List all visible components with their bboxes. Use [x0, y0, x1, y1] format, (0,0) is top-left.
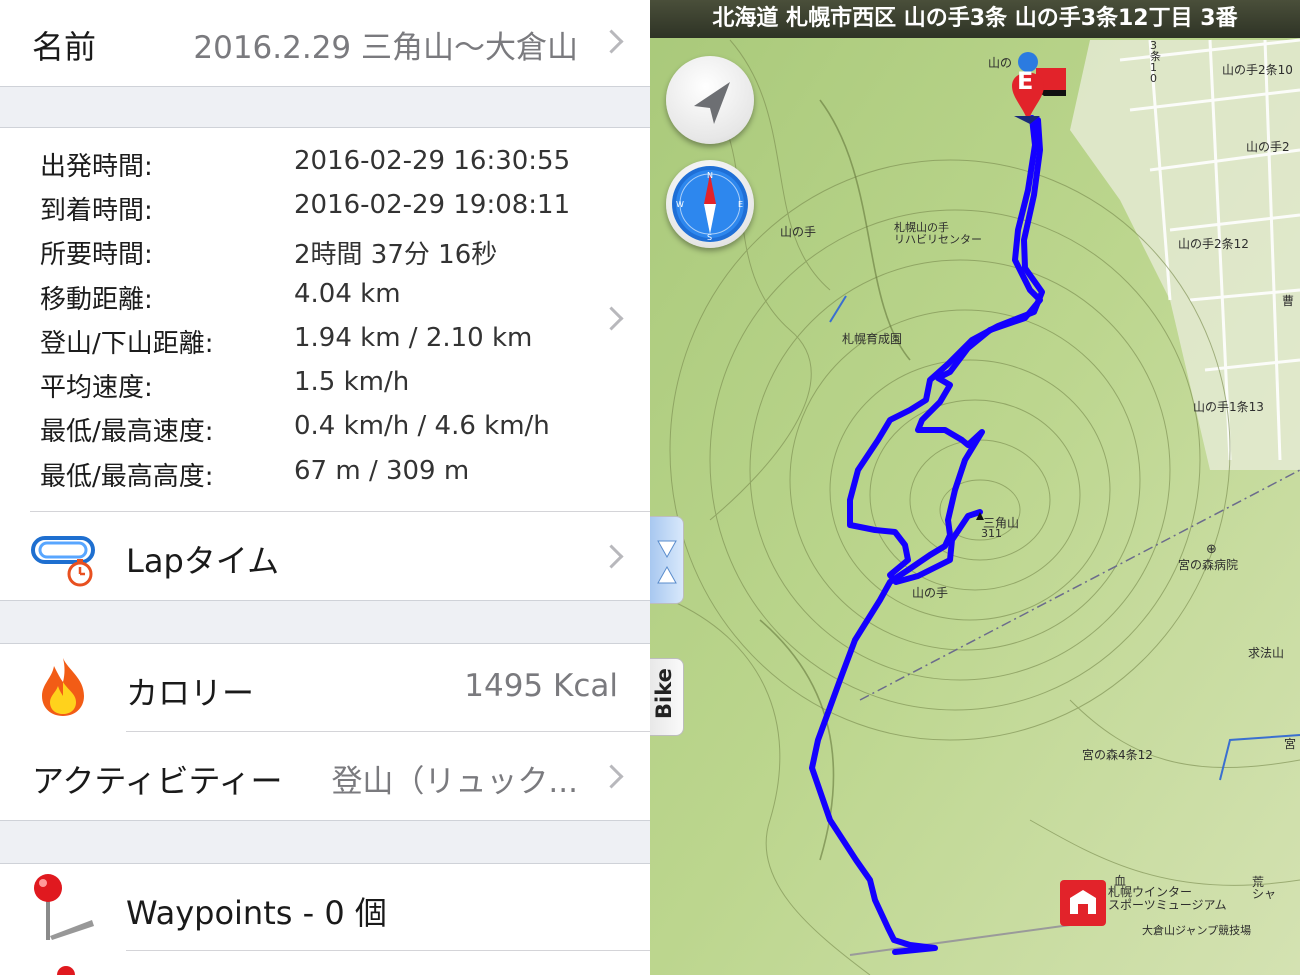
- museum-icon[interactable]: [1060, 880, 1106, 926]
- svg-text:E: E: [738, 200, 743, 209]
- stats-row[interactable]: 出発時間: 2016-02-29 16:30:55 到着時間: 2016-02-…: [0, 128, 650, 512]
- stat-label-duration: 所要時間:: [40, 240, 153, 270]
- map-label: 札幌ウインター スポーツミュージアム: [1108, 885, 1227, 912]
- map-label: 山の手2条10: [1222, 63, 1293, 77]
- divider: [126, 950, 650, 951]
- lap-time-label: Lapタイム: [126, 542, 280, 580]
- chevron-right-icon: [599, 764, 624, 789]
- stat-label-min-max-altitude: 最低/最高高度:: [40, 462, 214, 492]
- stat-label-distance: 移動距離:: [40, 285, 153, 315]
- map-label: 宮の森病院: [1178, 558, 1239, 572]
- chevron-right-icon: [599, 29, 624, 54]
- stat-label-up-down-distance: 登山/下山距離:: [40, 329, 214, 359]
- activity-label: アクティビティー: [32, 762, 283, 800]
- stat-value-min-max-altitude: 67 m / 309 m: [294, 456, 470, 486]
- chevron-right-icon: [599, 544, 624, 569]
- stat-value-distance: 4.04 km: [294, 279, 401, 309]
- stat-label-departure: 出発時間:: [40, 152, 153, 182]
- map-label: 山の手1条13: [1193, 400, 1264, 414]
- svg-text:W: W: [676, 200, 684, 209]
- map-label: 宮: [1284, 737, 1297, 751]
- hospital-icon: ⊕: [1206, 542, 1217, 557]
- section-separator: [0, 600, 650, 644]
- stat-value-departure: 2016-02-29 16:30:55: [294, 146, 571, 176]
- svg-text:S: S: [707, 233, 712, 242]
- stat-value-duration: 2時間 37分 16秒: [294, 240, 498, 270]
- name-label: 名前: [32, 28, 97, 66]
- calorie-row: カロリー 1495 Kcal: [0, 644, 650, 732]
- pin-icon: [34, 874, 94, 940]
- end-marker[interactable]: E: [1000, 50, 1070, 130]
- stat-value-avg-speed: 1.5 km/h: [294, 367, 410, 397]
- pin-icon: [57, 966, 75, 975]
- stat-label-arrival: 到着時間:: [40, 196, 153, 226]
- map-label: 大倉山ジャンプ競技場: [1142, 924, 1252, 937]
- map-label: 札幌育成園: [842, 332, 903, 346]
- svg-text:N: N: [707, 171, 713, 180]
- map-label: 山の手2条12: [1178, 237, 1249, 251]
- chevron-right-icon: [599, 306, 624, 331]
- end-flag-icon: [1012, 52, 1066, 124]
- map-label: 山の手2: [1246, 140, 1290, 154]
- map-label: 求法山: [1248, 646, 1285, 660]
- activity-detail-panel: 名前 2016.2.29 三角山〜大倉山 出発時間: 2016-02-29 16…: [0, 0, 650, 975]
- expand-arrows-icon: [657, 540, 677, 584]
- name-row[interactable]: 名前 2016.2.29 三角山〜大倉山: [0, 0, 650, 86]
- section-separator: [0, 820, 650, 864]
- calorie-label: カロリー: [126, 674, 255, 712]
- activity-value: 登山（リュック...: [331, 764, 578, 800]
- stat-value-arrival: 2016-02-29 19:08:11: [294, 190, 571, 220]
- current-location-button[interactable]: [666, 56, 754, 144]
- route-map[interactable]: ⊕ 血 北海道 札幌市西区 山の手3条 山の手3条12丁目 3番 山の手 札幌山…: [650, 0, 1300, 975]
- bike-tab[interactable]: Bike: [650, 658, 684, 736]
- map-label: 札幌山の手 リハビリセンター: [894, 221, 982, 246]
- map-label: 3 条 1 0: [1150, 39, 1161, 85]
- location-arrow-icon: [694, 82, 730, 124]
- compass-icon: N S W E: [672, 166, 748, 242]
- map-label: 山の手: [912, 586, 949, 600]
- waypoints-label: Waypoints - 0 個: [126, 894, 387, 932]
- stat-value-min-max-speed: 0.4 km/h / 4.6 km/h: [294, 411, 550, 441]
- map-label: 荒 シャ: [1252, 875, 1277, 901]
- map-label: 曹: [1282, 294, 1295, 308]
- stat-label-min-max-speed: 最低/最高速度:: [40, 417, 214, 447]
- calorie-value: 1495 Kcal: [464, 668, 618, 704]
- lap-stopwatch-icon: [31, 536, 95, 587]
- flame-icon: [42, 658, 84, 716]
- activity-row[interactable]: アクティビティー 登山（リュック...: [0, 732, 650, 820]
- name-value: 2016.2.29 三角山〜大倉山: [193, 30, 578, 66]
- map-label: 山の手: [780, 225, 817, 239]
- map-label: 宮の森4条12: [1082, 748, 1153, 762]
- section-separator: [0, 86, 650, 128]
- stat-label-avg-speed: 平均速度:: [40, 373, 153, 403]
- stat-value-up-down-distance: 1.94 km / 2.10 km: [294, 323, 533, 353]
- map-label: 311: [981, 527, 1002, 540]
- panel-toggle-tab[interactable]: [650, 516, 684, 604]
- map-address-bar: 北海道 札幌市西区 山の手3条 山の手3条12丁目 3番: [650, 0, 1300, 38]
- compass-button[interactable]: N S W E: [666, 160, 754, 248]
- end-marker-label: E: [1017, 67, 1034, 95]
- bike-tab-label: Bike: [652, 668, 676, 719]
- lap-time-row[interactable]: Lapタイム: [0, 512, 650, 600]
- map-canvas[interactable]: ⊕ 血: [650, 0, 1300, 975]
- waypoints-row[interactable]: Waypoints - 0 個: [0, 864, 650, 950]
- building-icon: [1070, 890, 1096, 914]
